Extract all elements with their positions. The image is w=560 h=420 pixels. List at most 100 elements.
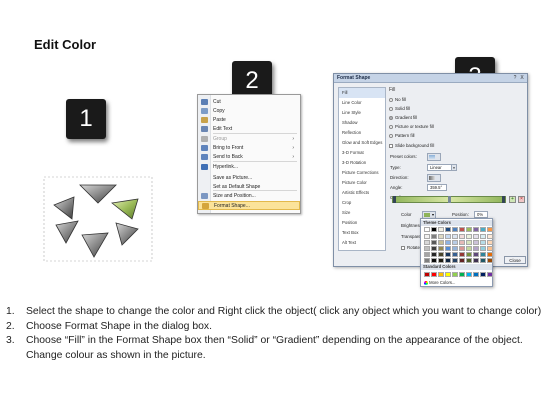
category-fill[interactable]: Fill — [339, 88, 385, 98]
color-swatch[interactable] — [473, 234, 479, 239]
color-swatch[interactable] — [466, 240, 472, 245]
color-swatch[interactable] — [459, 272, 465, 277]
category-picture-corrections[interactable]: Picture Corrections — [339, 168, 385, 178]
color-swatch[interactable] — [466, 246, 472, 251]
direction-button[interactable] — [427, 174, 441, 182]
fill-option-picture-or-texture-fill[interactable]: Picture or texture fill — [389, 124, 434, 129]
color-swatch[interactable] — [466, 227, 472, 232]
preset-colors-button[interactable] — [427, 153, 441, 161]
color-swatch[interactable] — [452, 240, 458, 245]
color-swatch[interactable] — [424, 240, 430, 245]
color-swatch[interactable] — [445, 227, 451, 232]
color-swatch[interactable] — [459, 227, 465, 232]
fill-option-pattern-fill[interactable]: Pattern fill — [389, 133, 415, 138]
color-swatch[interactable] — [438, 258, 444, 263]
category-size[interactable]: Size — [339, 208, 385, 218]
color-swatch[interactable] — [438, 246, 444, 251]
color-swatch[interactable] — [438, 240, 444, 245]
category-picture-color[interactable]: Picture Color — [339, 178, 385, 188]
category-alt-text[interactable]: Alt Text — [339, 238, 385, 248]
menu-item-send-to-back[interactable]: Send to Back › — [198, 152, 300, 161]
close-button[interactable]: Close — [504, 256, 526, 264]
color-swatch[interactable] — [438, 234, 444, 239]
category-shadow[interactable]: Shadow — [339, 118, 385, 128]
color-swatch[interactable] — [452, 252, 458, 257]
fill-option-gradient-fill[interactable]: Gradient fill — [389, 115, 417, 120]
menu-item-hyperlink[interactable]: Hyperlink... — [198, 162, 300, 171]
color-swatch[interactable] — [424, 258, 430, 263]
color-swatch[interactable] — [480, 240, 486, 245]
color-swatch[interactable] — [466, 258, 472, 263]
color-swatch[interactable] — [473, 252, 479, 257]
menu-item-save-as-picture[interactable]: Save as Picture... — [198, 173, 300, 182]
color-swatch[interactable] — [487, 252, 493, 257]
gradient-stop-handle[interactable] — [448, 196, 451, 203]
color-swatch[interactable] — [431, 234, 437, 239]
category-text-box[interactable]: Text Box — [339, 228, 385, 238]
color-swatch[interactable] — [431, 240, 437, 245]
color-swatch[interactable] — [452, 246, 458, 251]
category-artistic-effects[interactable]: Artistic Effects — [339, 188, 385, 198]
color-swatch[interactable] — [424, 227, 430, 232]
color-swatch[interactable] — [424, 252, 430, 257]
color-swatch[interactable] — [438, 252, 444, 257]
color-swatch[interactable] — [445, 258, 451, 263]
color-swatch[interactable] — [459, 258, 465, 263]
slide-background-checkbox[interactable]: Slide background fill — [389, 143, 434, 148]
color-swatch[interactable] — [487, 240, 493, 245]
color-swatch[interactable] — [473, 227, 479, 232]
color-swatch[interactable] — [480, 258, 486, 263]
gradient-stop-handle[interactable] — [502, 196, 505, 203]
color-swatch[interactable] — [480, 272, 486, 277]
color-swatch[interactable] — [431, 252, 437, 257]
color-swatch[interactable] — [431, 227, 437, 232]
color-swatch[interactable] — [459, 234, 465, 239]
color-swatch[interactable] — [431, 258, 437, 263]
remove-stop-button[interactable]: × — [518, 196, 525, 203]
help-button[interactable]: ? — [512, 75, 518, 81]
color-swatch[interactable] — [459, 252, 465, 257]
color-swatch[interactable] — [459, 246, 465, 251]
arrow-shapes-group[interactable] — [42, 175, 154, 263]
color-swatch[interactable] — [473, 240, 479, 245]
fill-option-no-fill[interactable]: No fill — [389, 97, 406, 102]
color-swatch[interactable] — [466, 234, 472, 239]
menu-item-size-and-position[interactable]: Size and Position... — [198, 191, 300, 200]
color-swatch[interactable] — [487, 227, 493, 232]
category-line-style[interactable]: Line Style — [339, 108, 385, 118]
color-swatch[interactable] — [424, 246, 430, 251]
color-swatch[interactable] — [438, 227, 444, 232]
color-swatch[interactable] — [487, 272, 493, 277]
color-swatch[interactable] — [473, 258, 479, 263]
color-swatch[interactable] — [466, 252, 472, 257]
menu-item-format-shape[interactable]: Format Shape... — [198, 201, 300, 210]
color-swatch[interactable] — [473, 246, 479, 251]
menu-item-copy[interactable]: Copy — [198, 106, 300, 115]
color-swatch[interactable] — [459, 240, 465, 245]
color-swatch[interactable] — [445, 252, 451, 257]
color-swatch[interactable] — [452, 272, 458, 277]
type-select[interactable]: Linear ▾ — [427, 164, 457, 171]
color-swatch[interactable] — [438, 272, 444, 277]
color-swatch[interactable] — [487, 234, 493, 239]
color-swatch[interactable] — [424, 234, 430, 239]
add-stop-button[interactable]: + — [509, 196, 516, 203]
color-swatch[interactable] — [431, 272, 437, 277]
angle-input[interactable]: 359.5° — [427, 184, 447, 191]
menu-item-edit-text[interactable]: Edit Text — [198, 124, 300, 133]
color-swatch[interactable] — [424, 272, 430, 277]
color-swatch[interactable] — [431, 246, 437, 251]
menu-item-group[interactable]: Group › — [198, 134, 300, 143]
rotate-checkbox[interactable]: Rotate — [401, 245, 420, 250]
category-3-d-rotation[interactable]: 3-D Rotation — [339, 158, 385, 168]
color-swatch[interactable] — [466, 272, 472, 277]
more-colors-link[interactable]: More Colors... — [424, 280, 455, 285]
color-swatch[interactable] — [452, 258, 458, 263]
category-reflection[interactable]: Reflection — [339, 128, 385, 138]
position-input[interactable]: 0% — [474, 211, 488, 218]
color-swatch[interactable] — [487, 258, 493, 263]
color-swatch[interactable] — [445, 246, 451, 251]
color-swatch[interactable] — [445, 272, 451, 277]
category-position[interactable]: Position — [339, 218, 385, 228]
color-swatch[interactable] — [445, 240, 451, 245]
